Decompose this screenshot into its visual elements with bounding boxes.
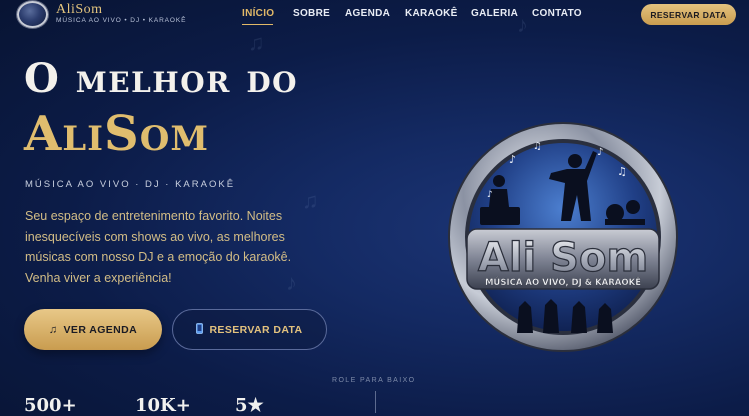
reserve-date-label: RESERVAR DATA (209, 323, 303, 336)
hero-subtitle: MÚSICA AO VIVO · DJ · KARAOKÊ (25, 179, 236, 190)
svg-text:♪: ♪ (597, 147, 603, 158)
svg-text:♫: ♫ (617, 165, 627, 178)
brand-name[interactable]: AliSom (56, 2, 103, 18)
active-nav-indicator (242, 24, 273, 25)
nav-link-galeria[interactable]: GALERIA (471, 8, 518, 19)
nav-link-agenda[interactable]: AGENDA (345, 8, 390, 19)
scroll-indicator-line (375, 391, 376, 413)
view-agenda-label: VER AGENDA (63, 323, 138, 336)
stat-shows: 500+ (24, 395, 77, 416)
svg-text:♫: ♫ (533, 141, 542, 152)
stat-audience: 10K+ (135, 395, 191, 416)
logo-badge[interactable] (17, 1, 48, 28)
emblem-title: Ali Som (478, 235, 648, 281)
nav-link-sobre[interactable]: SOBRE (293, 8, 330, 19)
emblem-subtitle: MÚSICA AO VIVO, DJ & KARAOKÊ (485, 276, 641, 288)
scroll-hint: ROLE PARA BAIXO (332, 377, 416, 384)
stat-rating: 5★ (235, 395, 264, 416)
nav-link-inicio[interactable]: INÍCIO (242, 8, 274, 19)
music-note-icon: ♫ (248, 30, 265, 55)
brand-tagline: MÚSICA AO VIVO • DJ • KARAOKÊ (56, 17, 187, 24)
phone-icon (196, 322, 204, 337)
nav-link-karaoke[interactable]: KARAOKÊ (405, 8, 458, 19)
svg-text:♪: ♪ (487, 190, 493, 200)
hero-title-line1: O melhor do (24, 55, 299, 102)
view-agenda-button[interactable]: ♫ VER AGENDA (24, 309, 162, 350)
hero-title-line2: AliSom (24, 106, 209, 162)
nav-link-contato[interactable]: CONTATO (532, 8, 582, 19)
site-header: AliSom MÚSICA AO VIVO • DJ • KARAOKÊ INÍ… (0, 0, 749, 30)
alisom-emblem: ♪ ♫ ♪ ♫ ♪ Ali Som MÚSICA AO VIVO, DJ & K… (447, 121, 679, 353)
reserve-date-header-button[interactable]: RESERVAR DATA (641, 4, 736, 25)
svg-text:♪: ♪ (509, 153, 516, 166)
reserve-date-button[interactable]: RESERVAR DATA (172, 309, 327, 350)
page: ♫ ♪ ♫ ♪ AliSom MÚSICA AO VIVO • DJ • KAR… (0, 0, 749, 416)
hero-description: Seu espaço de entretenimento favorito. N… (25, 209, 292, 285)
music-note-icon: ♫ (48, 323, 58, 336)
